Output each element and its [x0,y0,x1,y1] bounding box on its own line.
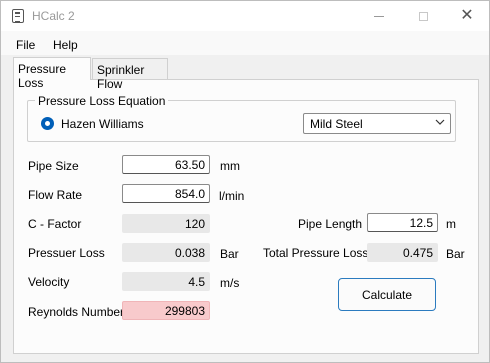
app-window: HCalc 2 ✕ File Help Pressure Loss Sprink… [0,0,490,363]
material-select-value: Mild Steel [310,117,363,131]
close-icon: ✕ [460,7,474,24]
pipe-length-label: Pipe Length [298,217,363,231]
menu-bar: File Help [1,31,489,55]
total-pressure-loss-label: Total Pressure Loss [263,246,369,260]
c-factor-label: C - Factor [28,217,82,231]
calculate-button[interactable]: Calculate [338,278,436,311]
velocity-unit: m/s [220,276,240,290]
c-factor-value: 120 [122,214,210,233]
hazen-williams-radio[interactable] [41,117,54,130]
total-pressure-loss-value: 0.475 [367,243,438,262]
window-title: HCalc 2 [32,9,75,23]
pressure-loss-value: 0.038 [122,243,210,262]
chevron-down-icon [435,119,445,125]
pipe-size-input[interactable]: 63.50 [122,155,210,174]
pipe-size-label: Pipe Size [28,159,79,173]
title-bar[interactable]: HCalc 2 ✕ [1,1,489,31]
pipe-length-input[interactable]: 12.5 [367,213,438,232]
velocity-value: 4.5 [122,272,210,291]
menu-file[interactable]: File [16,38,35,52]
menu-help[interactable]: Help [53,38,78,52]
equation-group-title: Pressure Loss Equation [35,94,169,108]
minimize-icon [374,15,384,17]
pipe-length-unit: m [446,217,456,231]
calculator-icon [12,9,24,23]
flow-rate-label: Flow Rate [28,188,83,202]
total-pressure-loss-unit: Bar [446,247,465,261]
flow-rate-unit: l/min [219,189,245,203]
reynolds-number-label: Reynolds Number [28,305,125,319]
material-select[interactable]: Mild Steel [303,113,451,134]
reynolds-number-value: 299803 [122,301,210,320]
tab-sprinkler-flow[interactable]: Sprinkler Flow [92,58,168,91]
close-button[interactable]: ✕ [445,1,489,31]
minimize-button[interactable] [357,1,401,31]
hazen-williams-label[interactable]: Hazen Williams [61,117,144,131]
tab-pressure-loss[interactable]: Pressure Loss [13,57,91,90]
pressure-loss-label: Pressuer Loss [28,246,105,260]
flow-rate-input[interactable]: 854.0 [122,184,210,203]
velocity-label: Velocity [28,275,70,289]
maximize-button[interactable] [401,1,445,31]
pressure-loss-unit: Bar [220,247,239,261]
pipe-size-unit: mm [220,159,240,173]
maximize-icon [418,11,428,21]
